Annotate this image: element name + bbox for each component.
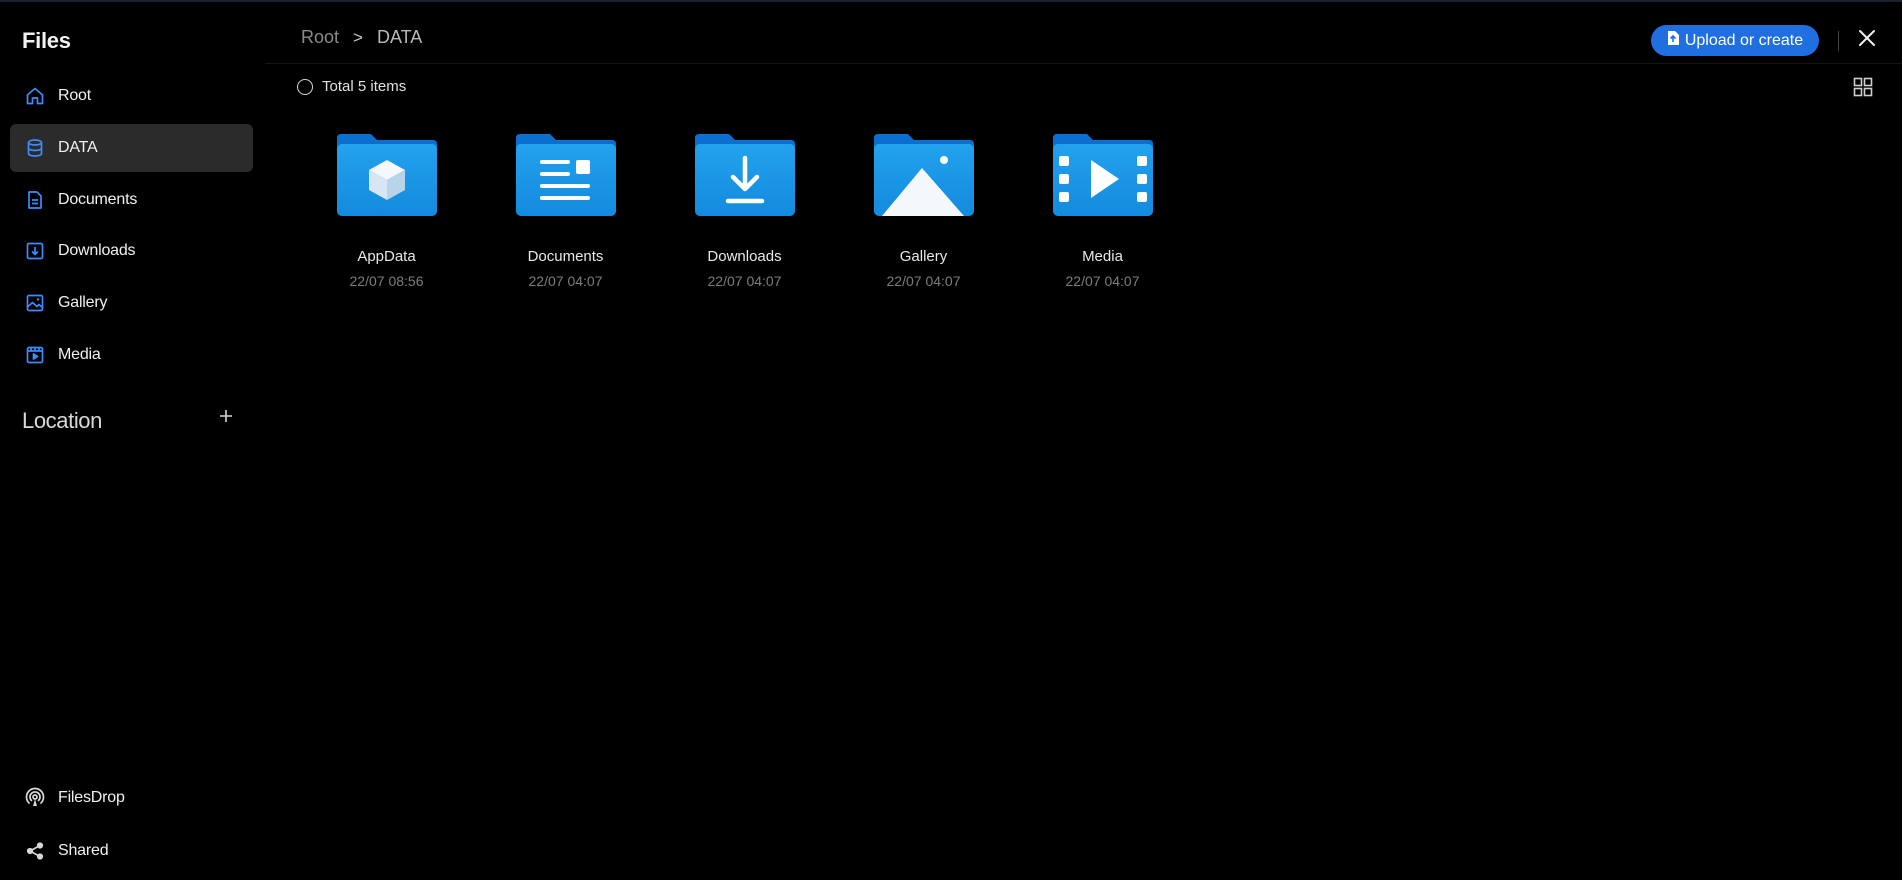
sidebar-item-data[interactable]: DATA	[10, 124, 253, 172]
folder-grid: AppData 22/07 08:56 Documents 22/07 04:0…	[297, 130, 1192, 289]
grid-view-toggle[interactable]	[1851, 77, 1875, 101]
video-icon	[24, 344, 46, 366]
sidebar-item-label: Documents	[58, 191, 138, 208]
header-divider	[1838, 31, 1839, 51]
select-all-checkbox[interactable]	[297, 78, 313, 95]
folder-date: 22/07 08:56	[349, 273, 424, 289]
sidebar-item-label: Gallery	[58, 294, 108, 311]
upload-button-label: Upload or create	[1684, 31, 1804, 49]
header: Root > DATA Upload or create	[265, 2, 1902, 64]
sidebar-item-label: Shared	[58, 842, 109, 859]
breadcrumb-root[interactable]: Root	[301, 27, 339, 48]
close-icon	[1858, 29, 1876, 52]
folder-name: AppData	[357, 248, 416, 265]
database-icon	[24, 137, 46, 159]
upload-file-icon	[1667, 31, 1685, 50]
main-panel: Root > DATA Upload or create Total 5 ite…	[265, 2, 1902, 880]
folder-icon	[515, 134, 616, 216]
folder-icon	[873, 134, 974, 216]
document-icon	[24, 189, 46, 211]
airdrop-icon	[24, 787, 46, 809]
folder-tile-downloads[interactable]: Downloads 22/07 04:07	[655, 130, 834, 289]
breadcrumb-separator: >	[353, 27, 363, 47]
breadcrumb-current: DATA	[376, 27, 423, 47]
folder-icon	[336, 134, 437, 216]
share-icon	[24, 840, 46, 862]
upload-or-create-button[interactable]: Upload or create	[1651, 25, 1819, 56]
grid-view-icon	[1853, 77, 1873, 102]
sidebar-item-root[interactable]: Root	[10, 72, 253, 120]
total-items-count: Total 5 items	[322, 78, 407, 95]
sidebar-item-filesdrop[interactable]: FilesDrop	[24, 787, 125, 809]
image-icon	[24, 292, 46, 314]
sidebar-item-label: Downloads	[58, 242, 136, 259]
close-button[interactable]	[1855, 28, 1879, 52]
sidebar-item-shared[interactable]: Shared	[24, 840, 109, 862]
folder-date: 22/07 04:07	[528, 273, 603, 289]
location-section-title: Location	[22, 408, 102, 433]
sidebar-item-documents[interactable]: Documents	[10, 176, 253, 224]
folder-tile-appdata[interactable]: AppData 22/07 08:56	[297, 130, 476, 289]
app-title: Files	[22, 28, 71, 53]
folder-tile-gallery[interactable]: Gallery 22/07 04:07	[834, 130, 1013, 289]
download-icon	[24, 240, 46, 262]
sidebar: Files Root DATA Documents Downloads Gall…	[0, 2, 265, 880]
breadcrumb: Root > DATA	[301, 27, 422, 48]
folder-name: Documents	[527, 248, 604, 265]
sidebar-item-gallery[interactable]: Gallery	[10, 279, 253, 327]
toolbar: Total 5 items	[297, 78, 406, 95]
folder-date: 22/07 04:07	[886, 273, 961, 289]
folder-icon	[694, 134, 795, 216]
folder-icon	[1052, 134, 1153, 216]
sidebar-item-label: DATA	[58, 139, 98, 156]
sidebar-item-label: FilesDrop	[58, 789, 125, 806]
home-icon	[24, 85, 46, 107]
sidebar-item-downloads[interactable]: Downloads	[10, 227, 253, 275]
sidebar-item-label: Media	[58, 346, 101, 363]
folder-date: 22/07 04:07	[1065, 273, 1140, 289]
folder-name: Gallery	[899, 248, 948, 265]
sidebar-item-media[interactable]: Media	[10, 331, 253, 379]
add-location-button[interactable]	[214, 406, 238, 430]
plus-icon	[219, 409, 233, 428]
folder-date: 22/07 04:07	[707, 273, 782, 289]
folder-tile-documents[interactable]: Documents 22/07 04:07	[476, 130, 655, 289]
folder-name: Downloads	[707, 248, 782, 265]
folder-name: Media	[1082, 248, 1123, 265]
folder-tile-media[interactable]: Media 22/07 04:07	[1013, 130, 1192, 289]
sidebar-item-label: Root	[58, 87, 91, 104]
